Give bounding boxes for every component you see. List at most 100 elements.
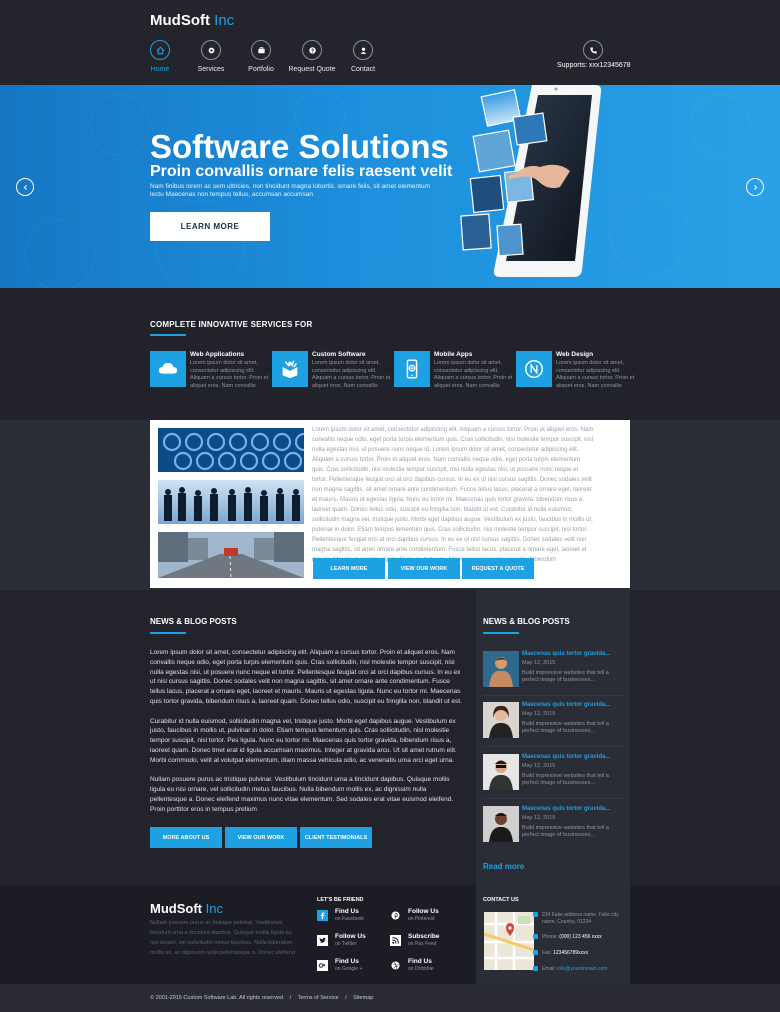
- more-about-us-button[interactable]: MORE ABOUT US: [150, 827, 222, 848]
- social-dribbble-link[interactable]: Find Us on Dribbble: [390, 958, 470, 976]
- contact-icon: [353, 40, 373, 60]
- blog-post-item[interactable]: Maecenas quis tortor gravida... May 12, …: [483, 806, 623, 856]
- blog-post-item[interactable]: Maecenas quis tortor gravida... May 12, …: [483, 702, 623, 752]
- support-phone[interactable]: [563, 40, 623, 60]
- hero-title: Software Solutions: [150, 128, 449, 165]
- location-icon: [533, 912, 538, 917]
- email-link[interactable]: info@yourdomain.com: [557, 966, 607, 972]
- portfolio-icon: [251, 40, 271, 60]
- contact-heading: CONTACT US: [483, 897, 519, 903]
- post-excerpt: Build impressive websites that tell a pe…: [522, 670, 609, 683]
- support-number: Supports: xxx12345678: [557, 62, 631, 69]
- phone-icon: [533, 934, 538, 939]
- service-custom-software[interactable]: Custom Software Lorem ipsum dolor sit am…: [272, 351, 391, 389]
- social-title: Follow Us: [335, 933, 366, 940]
- post-thumbnail: [483, 651, 519, 687]
- contact-panel: CONTACT US 234 Fake address name, Fake c…: [476, 886, 630, 984]
- services-icon: [201, 40, 221, 60]
- bottom-links: © 2001-2015 Custom Software Lab. All rig…: [150, 995, 378, 1001]
- blog-post-item[interactable]: Maecenas quis tortor gravida... May 12, …: [483, 754, 623, 804]
- news-heading: NEWS & BLOG POSTS: [150, 617, 237, 626]
- read-more-link[interactable]: Read more: [483, 862, 524, 871]
- nav-contact[interactable]: Contact: [333, 40, 393, 73]
- separator: /: [289, 995, 292, 1001]
- social-subtitle: on Dribbble: [408, 966, 434, 972]
- post-title[interactable]: Maecenas quis tortor gravida...: [522, 651, 610, 657]
- footer-logo[interactable]: MudSoft Inc: [150, 901, 223, 916]
- sidebar-heading: NEWS & BLOG POSTS: [483, 617, 570, 626]
- divider: [483, 695, 623, 696]
- contact-map[interactable]: [484, 912, 534, 970]
- about-card: Lorem ipsum dolor sit amet, consectetur …: [150, 420, 630, 588]
- social-title: Subscribe: [408, 933, 440, 940]
- service-text: Lorem ipsum dolor sit amet, consectetur …: [190, 360, 269, 389]
- hero-next-button[interactable]: [746, 178, 764, 196]
- fax-icon: [533, 950, 538, 955]
- hero-subtitle: Proin convallis ornare felis raesent vel…: [150, 163, 453, 180]
- footer-logo-main: MudSoft: [150, 901, 202, 916]
- news-body: Lorem ipsum dolor sit amet, consectetur …: [150, 648, 465, 824]
- about-view-our-work-button[interactable]: VIEW OUR WORK: [388, 558, 460, 579]
- about-text: Lorem ipsum dolor sit amet, consectetur …: [312, 427, 594, 563]
- social-twitter-link[interactable]: Follow Us on Twitter: [317, 933, 397, 951]
- social-rss-link[interactable]: Subscribe on Rss Feed: [390, 933, 470, 951]
- rss-icon: [390, 935, 401, 946]
- phone-value: (000) 123 456 xxxx: [559, 934, 602, 940]
- service-web-applications[interactable]: Web Applications Lorem ipsum dolor sit a…: [150, 351, 269, 389]
- post-title[interactable]: Maecenas quis tortor gravida...: [522, 806, 610, 812]
- service-text: Lorem ipsum dolor sit amet, consectetur …: [312, 360, 391, 389]
- learn-more-button[interactable]: LEARN MORE: [150, 212, 270, 241]
- post-title[interactable]: Maecenas quis tortor gravida...: [522, 754, 610, 760]
- social-subtitle: on Twitter: [335, 941, 357, 947]
- social-google-plus-link[interactable]: Find Us on Google +: [317, 958, 397, 976]
- service-web-design[interactable]: Web Design Lorem ipsum dolor sit amet, c…: [516, 351, 635, 389]
- blog-sidebar: NEWS & BLOG POSTS Maecenas quis tortor g…: [476, 590, 630, 886]
- about-image-team: [158, 480, 304, 524]
- fax-value: 123456789xxxx: [553, 950, 589, 956]
- about-learn-more-button[interactable]: LEARN MORE: [313, 558, 385, 579]
- site-logo[interactable]: MudSoft Inc: [150, 12, 234, 29]
- social-subtitle: on Facebook: [335, 916, 364, 922]
- view-our-work-button[interactable]: VIEW OUR WORK: [225, 827, 297, 848]
- social-facebook-link[interactable]: Find Us on Facebook: [317, 908, 397, 926]
- contact-address: 234 Fake address name, Fake city name, C…: [533, 912, 628, 925]
- client-testimonials-button[interactable]: CLIENT TESTIMONIALS: [300, 827, 372, 848]
- social-subtitle: on Google +: [335, 966, 363, 972]
- heading-underline: [150, 334, 186, 336]
- social-title: Follow Us: [408, 908, 439, 915]
- services-section: COMPLETE INNOVATIVE SERVICES FOR Web App…: [0, 288, 780, 420]
- nav-contact-label: Contact: [350, 66, 376, 73]
- social-title: Find Us: [408, 958, 432, 965]
- about-image-pattern: [158, 428, 304, 472]
- service-title: Custom Software: [312, 351, 366, 358]
- service-mobile-apps[interactable]: Mobile Apps Lorem ipsum dolor sit amet, …: [394, 351, 513, 389]
- post-thumbnail: [483, 806, 519, 842]
- post-date: May 12, 2015: [522, 711, 556, 717]
- chevron-left-icon: [23, 184, 27, 190]
- post-excerpt: Build impressive websites that tell a pe…: [522, 721, 609, 734]
- bottom-bar: © 2001-2015 Custom Software Lab. All rig…: [0, 984, 780, 1012]
- terms-link[interactable]: Terms of Service: [298, 995, 339, 1001]
- sitemap-link[interactable]: Sitemap: [353, 995, 373, 1001]
- separator: /: [345, 995, 347, 1001]
- social-subtitle: on Pinterest: [408, 916, 435, 922]
- hero-prev-button[interactable]: [16, 178, 34, 196]
- news-paragraph: Nullam posuere purus ac tristique pulvin…: [150, 776, 454, 813]
- email-label: Email:: [542, 966, 556, 972]
- blog-post-item[interactable]: Maecenas quis tortor gravida... May 12, …: [483, 651, 623, 701]
- phone-icon: [583, 40, 603, 60]
- post-thumbnail: [483, 754, 519, 790]
- social-subtitle: on Rss Feed: [408, 941, 437, 947]
- mobile-apps-icon: [394, 351, 430, 387]
- footer-about-text: Nullam posuere purus ac tristique pulvin…: [150, 920, 295, 956]
- contact-address-text: 234 Fake address name, Fake city name, C…: [542, 912, 619, 925]
- service-text: Lorem ipsum dolor sit amet, consectetur …: [556, 360, 635, 389]
- services-heading: COMPLETE INNOVATIVE SERVICES FOR: [150, 320, 313, 329]
- about-request-quote-button[interactable]: REQUEST A QUOTE: [462, 558, 534, 579]
- social-pinterest-link[interactable]: Follow Us on Pinterest: [390, 908, 470, 926]
- phone-label: Phone:: [542, 934, 558, 940]
- post-date: May 12, 2015: [522, 763, 556, 769]
- social-title: Find Us: [335, 958, 359, 965]
- service-text: Lorem ipsum dolor sit amet, consectetur …: [434, 360, 513, 389]
- post-title[interactable]: Maecenas quis tortor gravida...: [522, 702, 610, 708]
